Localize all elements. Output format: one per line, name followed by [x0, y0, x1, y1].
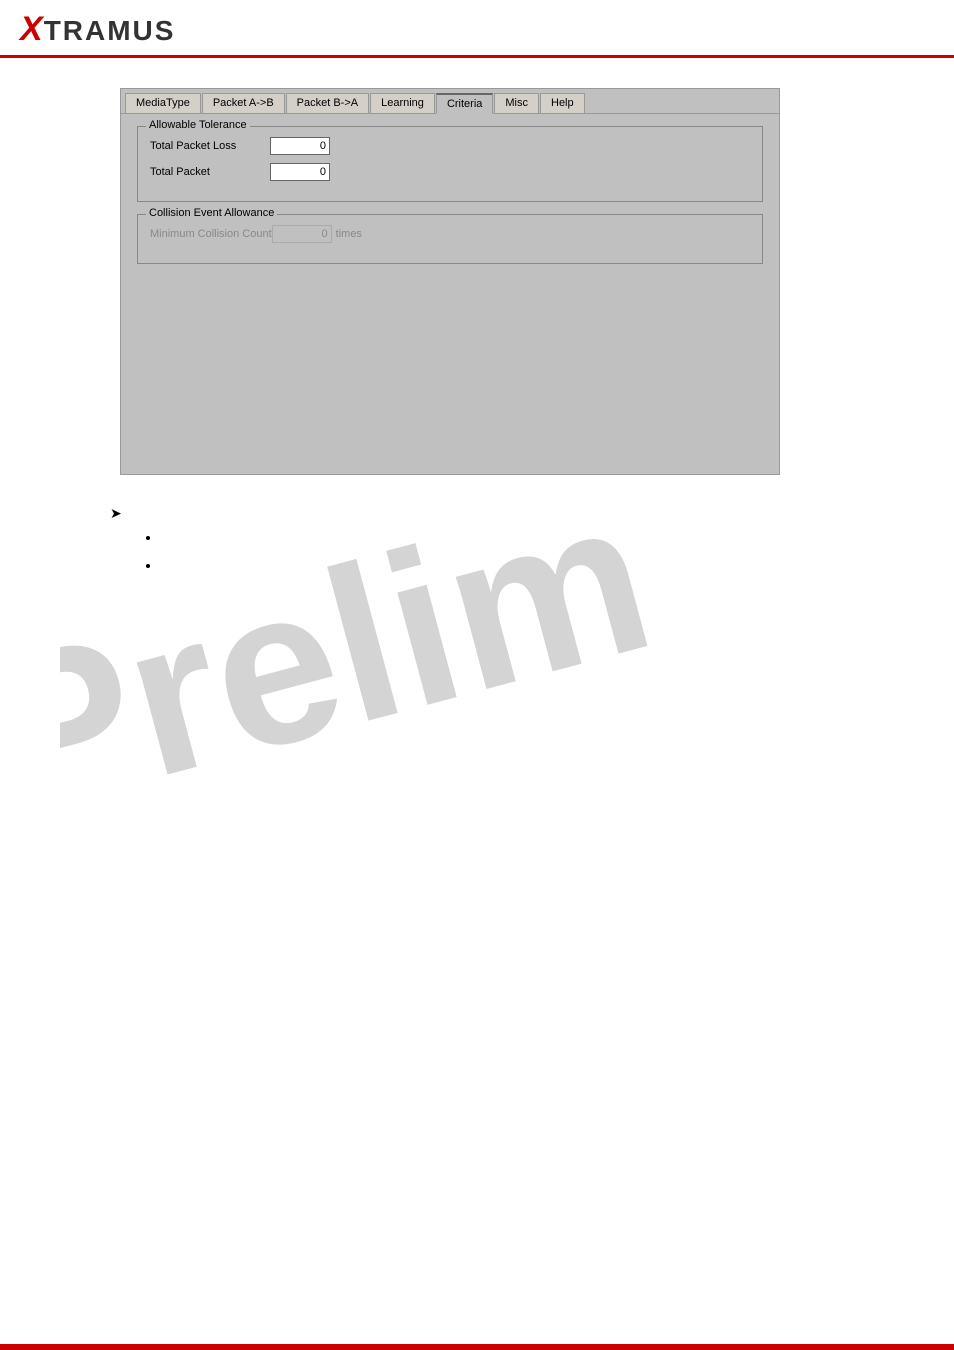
- minimum-collision-input: [272, 225, 332, 243]
- total-packet-row: Total Packet: [150, 163, 750, 181]
- tab-learning[interactable]: Learning: [370, 93, 435, 113]
- total-packet-label: Total Packet: [150, 166, 270, 178]
- tab-packet-ab[interactable]: Packet A->B: [202, 93, 285, 113]
- times-suffix: times: [336, 228, 362, 240]
- bullet-arrow: ➤: [100, 505, 934, 522]
- minimum-collision-label: Minimum Collision Count: [150, 228, 272, 240]
- allowable-tolerance-title: Allowable Tolerance: [146, 119, 250, 131]
- header: XTRAMUS: [0, 0, 954, 58]
- total-packet-loss-row: Total Packet Loss: [150, 137, 750, 155]
- tab-content-criteria: Allowable Tolerance Total Packet Loss To…: [121, 114, 779, 474]
- logo: XTRAMUS: [20, 10, 175, 49]
- tab-mediatype[interactable]: MediaType: [125, 93, 201, 113]
- logo-rest: TRAMUS: [44, 15, 176, 46]
- collision-event-title: Collision Event Allowance: [146, 207, 277, 219]
- bullets-section: ➤: [0, 495, 954, 596]
- collision-event-group: Collision Event Allowance Minimum Collis…: [137, 214, 763, 264]
- list-item: [160, 530, 934, 544]
- total-packet-input[interactable]: [270, 163, 330, 181]
- main-content: MediaType Packet A->B Packet B->A Learni…: [0, 58, 954, 495]
- total-packet-loss-input[interactable]: [270, 137, 330, 155]
- minimum-collision-row: Minimum Collision Count times: [150, 225, 750, 243]
- allowable-tolerance-group: Allowable Tolerance Total Packet Loss To…: [137, 126, 763, 202]
- tab-packet-ba[interactable]: Packet B->A: [286, 93, 369, 113]
- tab-bar: MediaType Packet A->B Packet B->A Learni…: [121, 89, 779, 114]
- bullet-list: [100, 530, 934, 572]
- list-item: [160, 558, 934, 572]
- tab-misc[interactable]: Misc: [494, 93, 539, 113]
- footer-bar: [0, 1344, 954, 1350]
- tab-help[interactable]: Help: [540, 93, 585, 113]
- tab-panel: MediaType Packet A->B Packet B->A Learni…: [120, 88, 780, 475]
- total-packet-loss-label: Total Packet Loss: [150, 140, 270, 152]
- tab-criteria[interactable]: Criteria: [436, 93, 493, 114]
- logo-x: X: [20, 10, 44, 48]
